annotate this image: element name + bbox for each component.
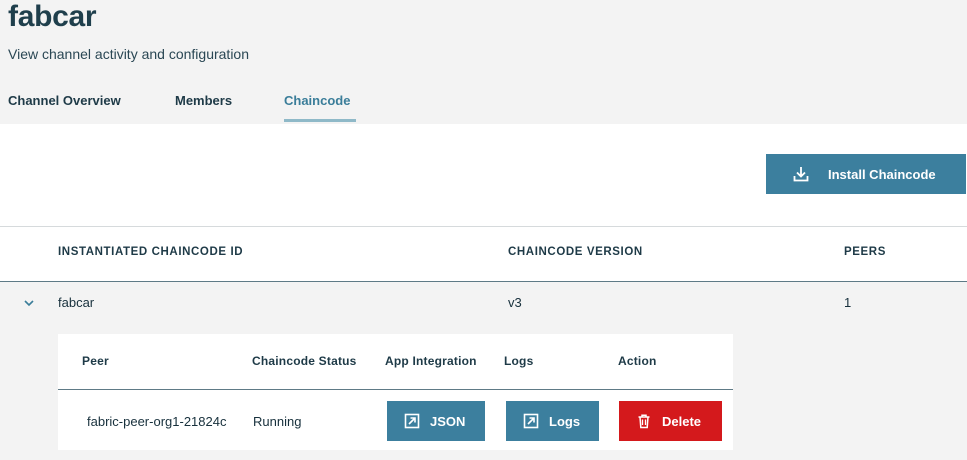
column-header-chaincode-version: CHAINCODE VERSION <box>508 246 643 258</box>
column-header-peers: PEERS <box>844 246 886 258</box>
chaincode-version-cell: v3 <box>508 295 522 310</box>
launch-icon <box>404 413 420 429</box>
page-header: fabcar View channel activity and configu… <box>0 0 967 124</box>
peer-name-cell: fabric-peer-org1-21824c <box>87 414 227 429</box>
trash-icon <box>636 413 652 429</box>
launch-icon <box>523 413 539 429</box>
column-header-chaincode-id: INSTANTIATED CHAINCODE ID <box>58 246 244 258</box>
active-tab-indicator <box>284 119 356 122</box>
delete-button-label: Delete <box>662 413 702 429</box>
subcolumn-header-status: Chaincode Status <box>252 354 357 368</box>
peer-details-panel: Peer Chaincode Status App Integration Lo… <box>58 334 733 450</box>
page-title: fabcar <box>8 0 97 33</box>
tab-chaincode[interactable]: Chaincode <box>284 93 350 108</box>
logs-button-label: Logs <box>549 413 581 429</box>
install-chaincode-label: Install Chaincode <box>828 166 936 182</box>
table-top-divider <box>0 226 967 227</box>
chaincode-status-cell: Running <box>253 414 302 429</box>
install-chaincode-button[interactable]: Install Chaincode <box>766 154 966 194</box>
page-subtitle: View channel activity and configuration <box>8 46 250 62</box>
chevron-down-icon[interactable] <box>22 296 36 308</box>
json-button-label: JSON <box>430 413 466 429</box>
json-button[interactable]: JSON <box>387 401 485 441</box>
subcolumn-header-action: Action <box>618 354 657 368</box>
peers-count-cell: 1 <box>844 295 852 310</box>
delete-button[interactable]: Delete <box>619 401 722 441</box>
subcolumn-header-logs: Logs <box>504 354 534 368</box>
logs-button[interactable]: Logs <box>506 401 599 441</box>
chaincode-id-cell: fabcar <box>58 295 95 310</box>
subcolumn-header-peer: Peer <box>82 354 109 368</box>
tab-channel-overview[interactable]: Channel Overview <box>8 93 121 108</box>
subcolumn-header-app-integration: App Integration <box>385 354 477 368</box>
tab-members[interactable]: Members <box>175 93 232 108</box>
subtable-header-divider <box>58 389 733 390</box>
download-icon <box>792 165 810 183</box>
